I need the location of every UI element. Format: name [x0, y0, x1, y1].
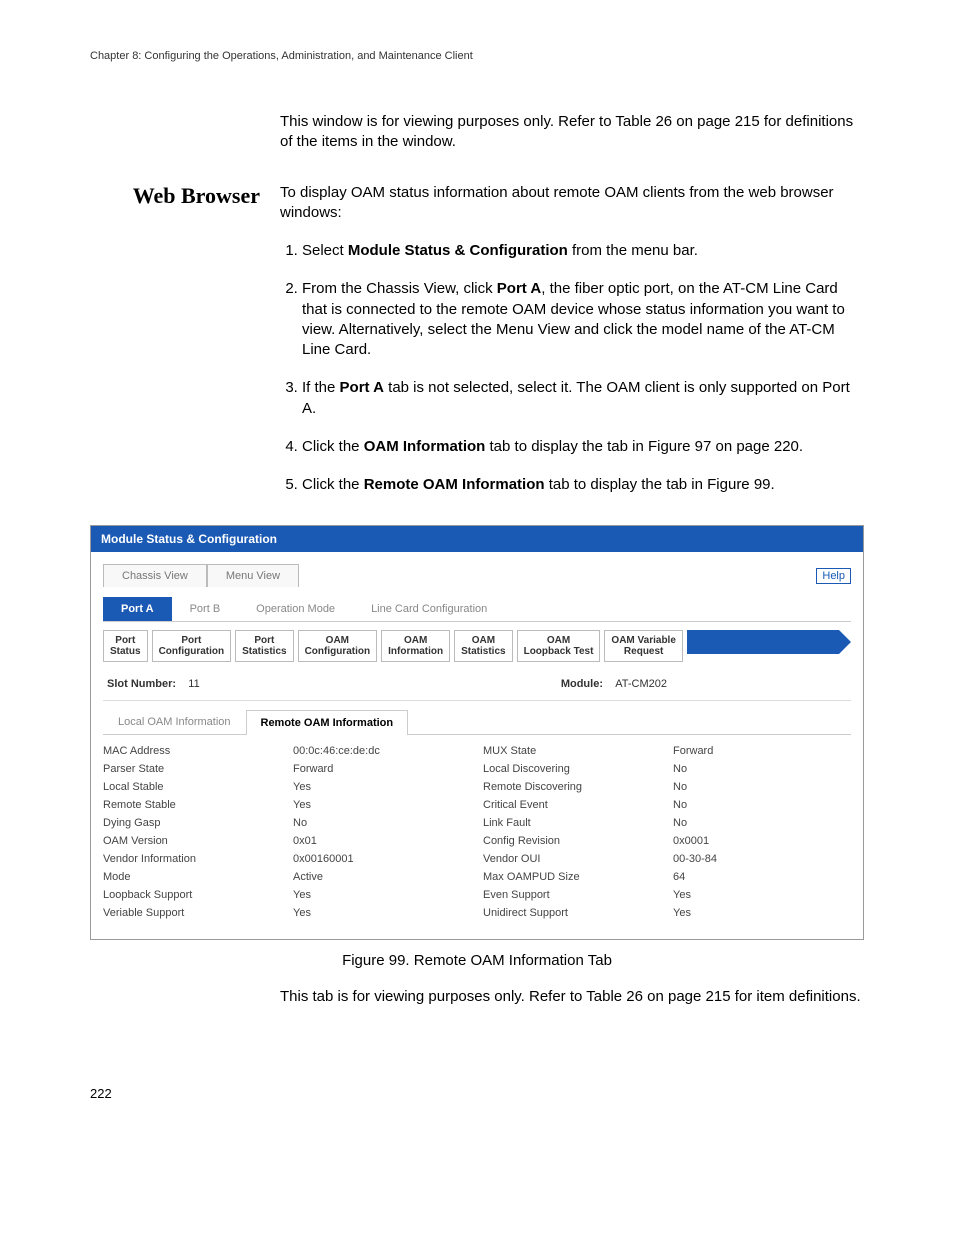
field-value: Yes	[293, 907, 471, 919]
field-value: 0x01	[293, 835, 471, 847]
field-label: Config Revision	[483, 835, 661, 847]
figure-screenshot: Module Status & Configuration Chassis Vi…	[90, 525, 864, 940]
field-label: Parser State	[103, 763, 281, 775]
module-label: Module:	[561, 678, 603, 690]
field-label: Dying Gasp	[103, 817, 281, 829]
tab-local-oam-information[interactable]: Local OAM Information	[103, 709, 246, 734]
intro-paragraph: This window is for viewing purposes only…	[280, 112, 864, 153]
field-value: Yes	[293, 781, 471, 793]
tab-line-card-configuration[interactable]: Line Card Configuration	[353, 597, 505, 621]
side-heading-web-browser: Web Browser	[90, 183, 260, 514]
tab-chassis-view[interactable]: Chassis View	[103, 564, 207, 587]
field-value: No	[673, 763, 851, 775]
field-label: Remote Stable	[103, 799, 281, 811]
field-label: Vendor Information	[103, 853, 281, 865]
field-label: Remote Discovering	[483, 781, 661, 793]
side-heading-empty	[90, 112, 260, 171]
field-value: Forward	[293, 763, 471, 775]
tab-port-b[interactable]: Port B	[172, 597, 239, 621]
field-value: Active	[293, 871, 471, 883]
tab-remote-oam-information[interactable]: Remote OAM Information	[246, 710, 409, 735]
subtab-port-configuration[interactable]: PortConfiguration	[152, 630, 232, 662]
field-value: No	[293, 817, 471, 829]
help-button[interactable]: Help	[816, 568, 851, 584]
field-value: Yes	[673, 889, 851, 901]
subtab-port-status[interactable]: PortStatus	[103, 630, 148, 662]
steps-list: Select Module Status & Configuration fro…	[280, 241, 864, 495]
step-3: If the Port A tab is not selected, selec…	[302, 378, 864, 419]
field-value: No	[673, 799, 851, 811]
step-4: Click the OAM Information tab to display…	[302, 437, 864, 457]
subtab-oam-loopback-test[interactable]: OAMLoopback Test	[517, 630, 601, 662]
field-label: MAC Address	[103, 745, 281, 757]
tab-menu-view[interactable]: Menu View	[207, 564, 299, 587]
page-number: 222	[90, 1086, 864, 1101]
field-label: Even Support	[483, 889, 661, 901]
field-value: Yes	[293, 799, 471, 811]
subtab-oam-variable-request[interactable]: OAM VariableRequest	[604, 630, 682, 662]
step-1: Select Module Status & Configuration fro…	[302, 241, 864, 261]
field-value: 0x0001	[673, 835, 851, 847]
chapter-header: Chapter 8: Configuring the Operations, A…	[90, 50, 864, 62]
field-value: Forward	[673, 745, 851, 757]
subtab-oam-information[interactable]: OAMInformation	[381, 630, 450, 662]
field-label: Mode	[103, 871, 281, 883]
field-value: 0x00160001	[293, 853, 471, 865]
field-value: No	[673, 781, 851, 793]
field-label: MUX State	[483, 745, 661, 757]
subtab-oam-configuration[interactable]: OAMConfiguration	[298, 630, 378, 662]
field-label: Max OAMPUD Size	[483, 871, 661, 883]
field-label: Vendor OUI	[483, 853, 661, 865]
subtab-port-statistics[interactable]: PortStatistics	[235, 630, 293, 662]
step-5: Click the Remote OAM Information tab to …	[302, 475, 864, 495]
side-heading-empty-2	[90, 987, 260, 1025]
field-label: Critical Event	[483, 799, 661, 811]
ribbon-decoration	[687, 630, 851, 654]
step-2: From the Chassis View, click Port A, the…	[302, 279, 864, 360]
field-label: Loopback Support	[103, 889, 281, 901]
slot-number-label: Slot Number:	[107, 678, 176, 690]
tab-operation-mode[interactable]: Operation Mode	[238, 597, 353, 621]
field-value: Yes	[673, 907, 851, 919]
field-value: No	[673, 817, 851, 829]
module-value: AT-CM202	[615, 678, 667, 690]
field-label: OAM Version	[103, 835, 281, 847]
field-value: 64	[673, 871, 851, 883]
lead-paragraph: To display OAM status information about …	[280, 183, 864, 224]
subtab-oam-statistics[interactable]: OAMStatistics	[454, 630, 512, 662]
field-label: Local Stable	[103, 781, 281, 793]
field-value: 00:0c:46:ce:de:dc	[293, 745, 471, 757]
slot-number-value: 11	[188, 678, 199, 690]
field-label: Local Discovering	[483, 763, 661, 775]
closing-paragraph: This tab is for viewing purposes only. R…	[280, 987, 864, 1007]
field-value: 00-30-84	[673, 853, 851, 865]
field-label: Unidirect Support	[483, 907, 661, 919]
field-label: Veriable Support	[103, 907, 281, 919]
field-label: Link Fault	[483, 817, 661, 829]
tab-port-a[interactable]: Port A	[103, 597, 172, 621]
window-title-bar: Module Status & Configuration	[91, 526, 863, 552]
field-value: Yes	[293, 889, 471, 901]
figure-caption: Figure 99. Remote OAM Information Tab	[90, 952, 864, 969]
oam-data-grid: MAC Address 00:0c:46:ce:de:dc MUX State For…	[103, 745, 851, 919]
